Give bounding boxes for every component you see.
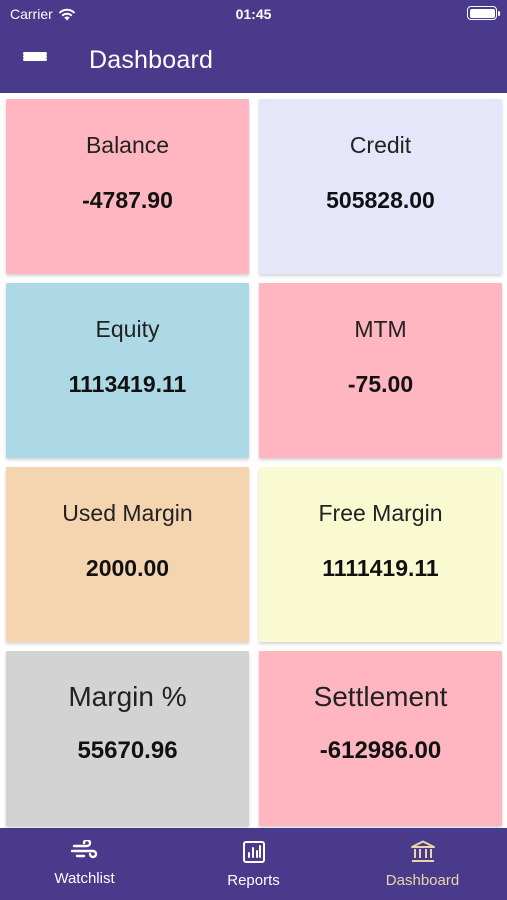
card-label: Margin % bbox=[68, 681, 187, 712]
menu-button[interactable] bbox=[0, 28, 70, 93]
status-bar: Carrier 01:45 bbox=[0, 0, 507, 28]
tab-label: Reports bbox=[227, 872, 280, 889]
card-label: Equity bbox=[95, 316, 160, 342]
card-value: 55670.96 bbox=[77, 737, 178, 764]
page-title: Dashboard bbox=[89, 46, 214, 74]
wind-icon bbox=[70, 840, 97, 859]
battery-icon bbox=[467, 6, 500, 20]
tab-bar: Watchlist Reports Dashboard bbox=[0, 828, 507, 900]
card-value: 505828.00 bbox=[326, 187, 435, 213]
dashboard-grid: Balance -4787.90 Credit 505828.00 Equity… bbox=[0, 93, 507, 828]
bank-icon bbox=[410, 840, 435, 862]
card-credit: Credit 505828.00 bbox=[259, 99, 502, 274]
card-value: 2000.00 bbox=[85, 555, 170, 581]
card-label: Balance bbox=[85, 132, 170, 158]
card-margin-percent: Margin % 55670.96 bbox=[6, 651, 249, 826]
card-label: Free Margin bbox=[318, 500, 443, 526]
card-balance: Balance -4787.90 bbox=[6, 99, 249, 274]
card-label: MTM bbox=[354, 316, 407, 342]
nav-bar: Dashboard bbox=[0, 28, 507, 93]
card-value: 1111419.11 bbox=[322, 555, 439, 581]
card-used-margin: Used Margin 2000.00 bbox=[6, 467, 249, 642]
tab-dashboard[interactable]: Dashboard bbox=[338, 828, 507, 900]
chart-icon bbox=[242, 841, 265, 863]
card-settlement: Settlement -612986.00 bbox=[259, 651, 502, 826]
card-value: -612986.00 bbox=[319, 737, 442, 764]
card-equity: Equity 1113419.11 bbox=[6, 283, 249, 458]
tab-watchlist[interactable]: Watchlist bbox=[0, 828, 169, 900]
card-label: Settlement bbox=[313, 681, 448, 712]
status-time: 01:45 bbox=[235, 6, 272, 22]
card-value: 1113419.11 bbox=[68, 371, 187, 397]
hamburger-menu-icon bbox=[23, 51, 47, 70]
tab-label: Watchlist bbox=[54, 870, 115, 887]
tab-reports[interactable]: Reports bbox=[169, 828, 338, 900]
card-value: -4787.90 bbox=[82, 187, 173, 213]
top-bar: Carrier 01:45 Dashboard bbox=[0, 0, 507, 93]
card-mtm: MTM -75.00 bbox=[259, 283, 502, 458]
card-free-margin: Free Margin 1111419.11 bbox=[259, 467, 502, 642]
card-value: -75.00 bbox=[347, 371, 414, 397]
card-label: Used Margin bbox=[62, 500, 193, 526]
tab-label: Dashboard bbox=[385, 872, 460, 889]
card-label: Credit bbox=[349, 132, 412, 158]
